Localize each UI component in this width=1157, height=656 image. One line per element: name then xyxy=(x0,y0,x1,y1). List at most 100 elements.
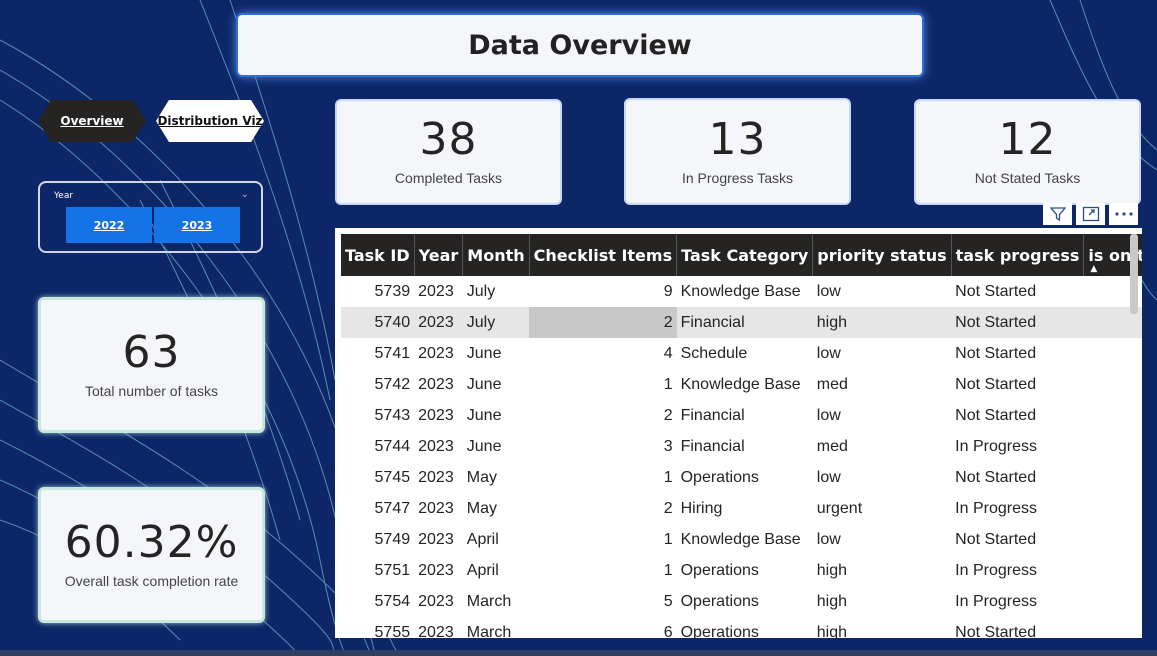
cell-is-on-time xyxy=(1084,338,1142,369)
cell-month: June xyxy=(466,437,502,455)
not-started-tasks-label: Not Stated Tasks xyxy=(974,170,1081,186)
cell-month: March xyxy=(466,623,512,639)
cell-task-id: 5745 xyxy=(374,468,411,486)
task-table: Task ID Year Month Checklist Items Task … xyxy=(341,234,1142,638)
cell-checklist-items: 2 xyxy=(529,307,677,338)
table-row[interactable]: 5741 2023 June 4 Schedule low Not Starte… xyxy=(341,338,1142,369)
cell-checklist-items: 6 xyxy=(663,623,673,639)
table-row[interactable]: 5744 2023 June 3 Financial med In Progre… xyxy=(341,431,1142,462)
cell-task-category: Knowledge Base xyxy=(680,530,801,548)
cell-task-category: Operations xyxy=(680,592,759,610)
table-row[interactable]: 5751 2023 April 1 Operations high In Pro… xyxy=(341,555,1142,586)
cell-task-category: Knowledge Base xyxy=(680,282,801,300)
cell-task-progress: In Progress xyxy=(955,592,1037,610)
column-header-task-id[interactable]: Task ID xyxy=(341,234,415,276)
cell-checklist-items: 1 xyxy=(663,561,673,579)
cell-task-id: 5747 xyxy=(374,499,411,517)
cell-task-progress: Not Started xyxy=(951,307,1084,338)
more-options-icon[interactable] xyxy=(1109,203,1138,225)
page-title-box: Data Overview xyxy=(236,13,924,77)
table-header-row: Task ID Year Month Checklist Items Task … xyxy=(341,234,1142,276)
cell-is-on-time xyxy=(1084,369,1142,400)
not-started-tasks-card: 12 Not Stated Tasks xyxy=(914,99,1141,205)
column-header-month[interactable]: Month xyxy=(462,234,530,276)
cell-priority-status: high xyxy=(816,561,848,579)
completion-rate-value: 60.32% xyxy=(64,517,239,568)
cell-year: 2023 xyxy=(418,344,454,362)
completion-rate-card: 60.32% Overall task completion rate xyxy=(38,487,265,623)
cell-task-category: Financial xyxy=(680,437,745,455)
column-header-checklist-items[interactable]: Checklist Items xyxy=(529,234,678,276)
year-2023-button[interactable]: 2023 xyxy=(154,207,240,243)
cell-month: March xyxy=(466,592,512,610)
focus-mode-icon[interactable] xyxy=(1076,203,1105,225)
column-header-year[interactable]: Year xyxy=(414,234,464,276)
cell-month: April xyxy=(466,530,499,548)
completed-tasks-card: 38 Completed Tasks xyxy=(335,99,562,205)
distribution-viz-nav-button[interactable]: Distribution Viz xyxy=(156,100,264,142)
filter-icon[interactable] xyxy=(1043,203,1072,225)
cell-task-category: Schedule xyxy=(680,344,748,362)
cell-month: May xyxy=(466,499,498,517)
cell-priority-status: low xyxy=(816,344,841,362)
chevron-down-icon[interactable]: ⌄ xyxy=(241,189,249,200)
visual-header-icons xyxy=(1043,203,1138,225)
total-tasks-card: 63 Total number of tasks xyxy=(38,297,265,433)
cell-task-category: Operations xyxy=(680,623,759,639)
table-row[interactable]: 5743 2023 June 2 Financial low Not Start… xyxy=(341,400,1142,431)
cell-is-on-time xyxy=(1084,586,1142,617)
table-row[interactable]: 5749 2023 April 1 Knowledge Base low Not… xyxy=(341,524,1142,555)
cell-checklist-items: 2 xyxy=(663,499,673,517)
cell-year: 2023 xyxy=(414,307,463,338)
cell-is-on-time xyxy=(1084,431,1142,462)
cell-priority-status: low xyxy=(816,406,841,424)
cell-task-id: 5751 xyxy=(374,561,411,579)
column-header-priority-status[interactable]: priority status xyxy=(812,234,952,276)
completed-tasks-value: 38 xyxy=(419,114,478,165)
table-scrollbar[interactable] xyxy=(1130,234,1138,314)
cell-task-progress: Not Started xyxy=(955,344,1037,362)
cell-month: June xyxy=(466,375,502,393)
table-row[interactable]: 5754 2023 March 5 Operations high In Pro… xyxy=(341,586,1142,617)
slicer-label: Year xyxy=(54,191,74,201)
cell-checklist-items: 4 xyxy=(663,344,673,362)
bottom-strip xyxy=(0,650,1157,656)
cell-priority-status: low xyxy=(816,282,841,300)
cell-priority-status: high xyxy=(812,307,952,338)
cell-task-progress: In Progress xyxy=(955,561,1037,579)
cell-task-category: Financial xyxy=(680,406,745,424)
cell-is-on-time xyxy=(1084,400,1142,431)
year-slicer: Year ⌄ 2022 2023 xyxy=(38,181,263,253)
cell-task-progress: Not Started xyxy=(955,375,1037,393)
cell-year: 2023 xyxy=(418,468,454,486)
table-row[interactable]: 5747 2023 May 2 Hiring urgent In Progres… xyxy=(341,493,1142,524)
cell-task-id: 5743 xyxy=(374,406,411,424)
column-header-task-progress[interactable]: task progress xyxy=(951,234,1085,276)
cell-task-progress: Not Started xyxy=(955,282,1037,300)
cell-is-on-time xyxy=(1084,524,1142,555)
column-header-task-category[interactable]: Task Category xyxy=(676,234,814,276)
cell-task-progress: Not Started xyxy=(955,468,1037,486)
table-row[interactable]: 5742 2023 June 1 Knowledge Base med Not … xyxy=(341,369,1142,400)
cell-task-id: 5739 xyxy=(374,282,411,300)
table-row[interactable]: 5740 2023 July 2 Financial high Not Star… xyxy=(341,307,1142,338)
cell-checklist-items: 2 xyxy=(663,406,673,424)
total-tasks-value: 63 xyxy=(122,327,181,378)
task-table-panel: Task ID Year Month Checklist Items Task … xyxy=(335,228,1142,638)
cell-priority-status: high xyxy=(816,623,848,639)
cell-year: 2023 xyxy=(418,406,454,424)
year-2022-button[interactable]: 2022 xyxy=(66,207,152,243)
table-row[interactable]: 5739 2023 July 9 Knowledge Base low Not … xyxy=(341,276,1142,307)
cell-year: 2023 xyxy=(418,499,454,517)
cell-priority-status: med xyxy=(816,375,848,393)
cell-year: 2023 xyxy=(418,623,454,639)
cell-task-id: 5749 xyxy=(374,530,411,548)
cell-year: 2023 xyxy=(418,530,454,548)
table-row[interactable]: 5745 2023 May 1 Operations low Not Start… xyxy=(341,462,1142,493)
in-progress-tasks-value: 13 xyxy=(708,113,767,165)
overview-nav-button[interactable]: Overview xyxy=(38,100,146,142)
cell-checklist-items: 5 xyxy=(663,592,673,610)
cell-task-progress: Not Started xyxy=(955,623,1037,639)
cell-checklist-items: 3 xyxy=(663,437,673,455)
table-row[interactable]: 5755 2023 March 6 Operations high Not St… xyxy=(341,617,1142,639)
